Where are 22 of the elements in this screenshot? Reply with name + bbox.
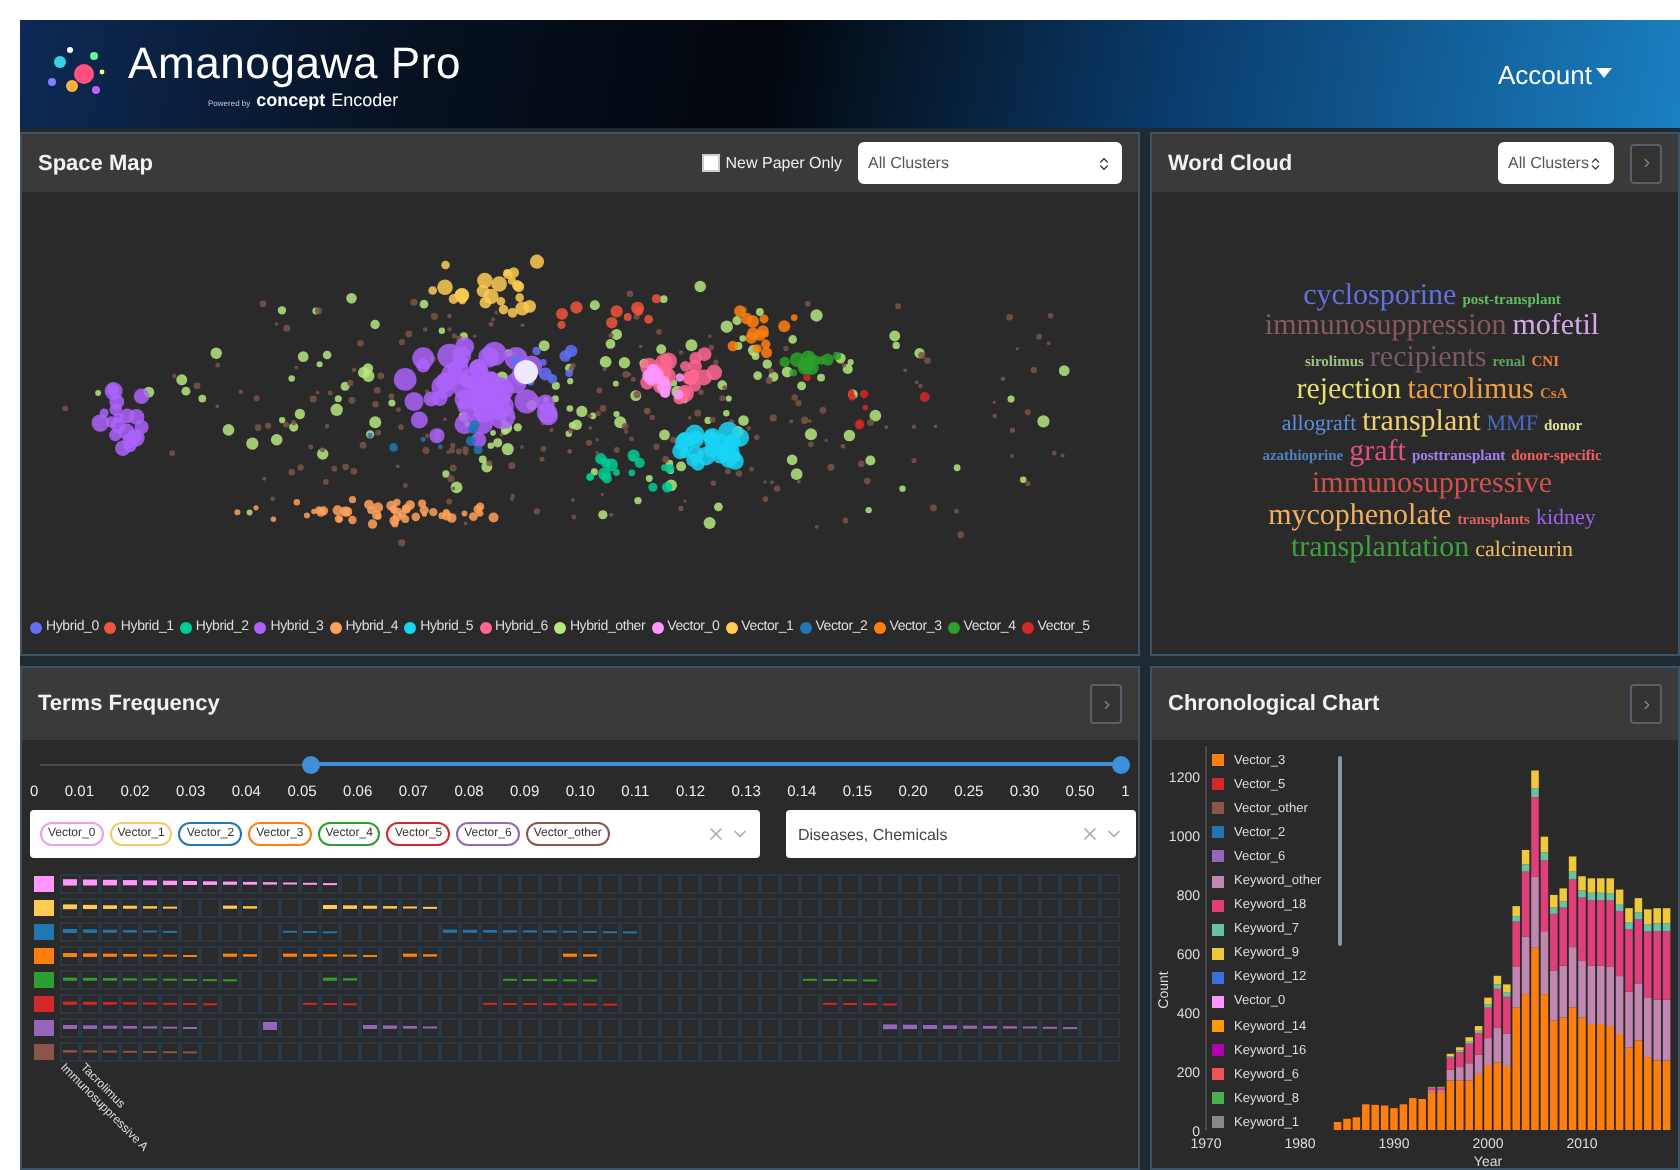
cloud-word: recipients [1369,344,1487,376]
app-title: Amanogawa Pro [128,38,462,90]
cloud-word: rejection [1296,375,1402,408]
panel-title: Space Map [38,151,153,175]
brand-suffix: Encoder [331,90,399,110]
cloud-word: mycophenolate [1268,501,1452,534]
cloud-word: MMF [1486,413,1538,437]
cloud-word: tacrolimus [1407,375,1535,408]
cloud-word: cyclosporine [1303,281,1457,313]
cloud-word: immunosuppressive [1312,470,1552,502]
cloud-word: transplantation [1290,533,1470,565]
brand-name: concept [256,90,326,110]
panel-title: Terms Frequency [38,692,220,716]
cloud-word: allograft [1281,413,1357,437]
cloud-word: transplant [1362,407,1481,439]
cloud-word: immunosuppression [1264,312,1507,345]
cloud-word: kidney [1535,507,1596,531]
panel-title: Chronological Chart [1168,692,1380,716]
cloud-word: mofetil [1512,312,1600,345]
cloud-word: graft [1349,438,1406,471]
cloud-word: calcineurin [1475,539,1574,563]
panel-title: Word Cloud [1168,151,1293,175]
